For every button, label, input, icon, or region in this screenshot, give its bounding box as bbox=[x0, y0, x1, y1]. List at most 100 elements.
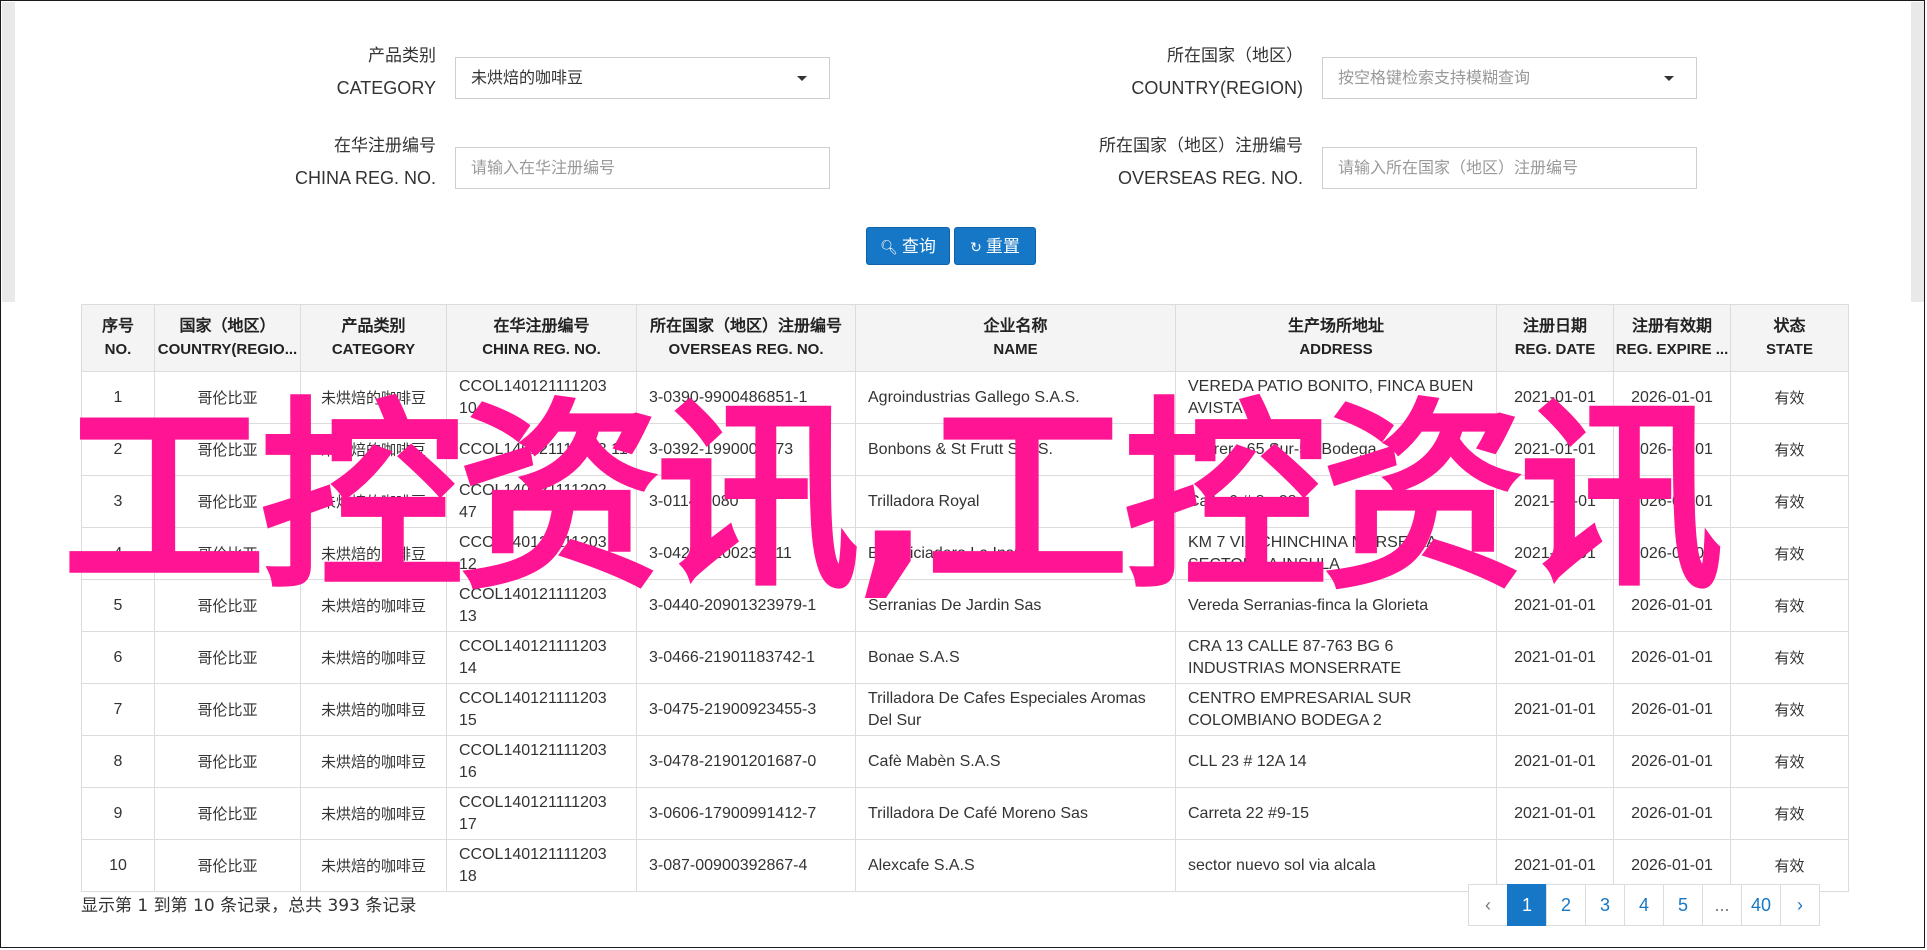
china-reg-cell: CCOL140121111203 17 bbox=[446, 787, 637, 840]
china-reg-label-en: CHINA REG. NO. bbox=[294, 168, 436, 188]
reset-button[interactable]: ↻ 重置 bbox=[954, 227, 1036, 265]
column-header-cn: 注册有效期 bbox=[1631, 316, 1712, 335]
page-button[interactable]: 4 bbox=[1624, 884, 1664, 926]
overseas-reg-cell: 3-0466-21901183742-1 bbox=[636, 631, 856, 684]
column-header-cn: 状态 bbox=[1773, 316, 1806, 335]
column-header[interactable]: 在华注册编号 CHINA REG. NO. bbox=[446, 304, 637, 372]
row-number: 7 bbox=[81, 683, 155, 736]
name-cell: Alexcafe S.A.S bbox=[855, 839, 1176, 892]
reg-expire-cell: 2026-01-01 bbox=[1613, 423, 1731, 476]
address-cell: VEREDA PATIO BONITO, FINCA BUEN AVISTA bbox=[1175, 371, 1497, 424]
right-scroll-track[interactable] bbox=[1911, 2, 1924, 302]
row-number: 9 bbox=[81, 787, 155, 840]
country-cell: 哥伦比亚 bbox=[154, 371, 301, 424]
china-reg-cell: CCOL140121111202 47 bbox=[446, 475, 637, 528]
reg-expire-cell: 2026-01-01 bbox=[1613, 683, 1731, 736]
search-icon: 🔍︎ bbox=[880, 240, 898, 256]
category-cell: 未烘焙的咖啡豆 bbox=[300, 631, 447, 684]
chevron-down-icon bbox=[797, 76, 807, 81]
table-row[interactable]: 5 哥伦比亚 未烘焙的咖啡豆 CCOL140121111203 13 3-0440-20… bbox=[81, 579, 1849, 632]
table-row[interactable]: 4 哥伦比亚 未烘焙的咖啡豆 CCOL140121111203 12 3-0428-21… bbox=[81, 527, 1849, 580]
name-cell: Agroindustrias Gallego S.A.S. bbox=[855, 371, 1176, 424]
overseas-reg-label-cn: 所在国家（地区）注册编号 bbox=[1099, 136, 1303, 156]
column-header-cn: 产品类别 bbox=[341, 316, 406, 335]
china-reg-cell: CCOL140121111203 14 bbox=[446, 631, 637, 684]
row-number: 10 bbox=[81, 839, 155, 892]
column-header[interactable]: 企业名称 NAME bbox=[855, 304, 1176, 372]
column-header[interactable]: 所在国家（地区）注册编号 OVERSEAS REG. NO. bbox=[636, 304, 856, 372]
address-cell: Carrera 65 Sur-54 Bodega bbox=[1175, 423, 1497, 476]
china-reg-cell: CCOL140121111203 16 bbox=[446, 735, 637, 788]
country-cell: 哥伦比亚 bbox=[154, 631, 301, 684]
country-select-placeholder: 按空格键检索支持模糊查询 bbox=[1338, 68, 1531, 87]
page-button[interactable]: 40 bbox=[1741, 884, 1781, 926]
column-header-en: NO. bbox=[104, 341, 132, 358]
table-row[interactable]: 3 哥伦比亚 未烘焙的咖啡豆 CCOL140121111202 47 3-0114-00… bbox=[81, 475, 1849, 528]
table-row[interactable]: 1 哥伦比亚 未烘焙的咖啡豆 CCOL140121111203 10 3-0390-99… bbox=[81, 371, 1849, 424]
table-row[interactable]: 6 哥伦比亚 未烘焙的咖啡豆 CCOL140121111203 14 3-0466-21… bbox=[81, 631, 1849, 684]
overseas-reg-cell: 3-0478-21901201687-0 bbox=[636, 735, 856, 788]
table-row[interactable]: 9 哥伦比亚 未烘焙的咖啡豆 CCOL140121111203 17 3-0606-17… bbox=[81, 787, 1849, 840]
pagination: ‹ 1 2 3 4 5... 40 › bbox=[1468, 884, 1820, 926]
table-row[interactable]: 7 哥伦比亚 未烘焙的咖啡豆 CCOL140121111203 15 3-0475-21… bbox=[81, 683, 1849, 736]
row-number: 3 bbox=[81, 475, 155, 528]
country-select[interactable]: 按空格键检索支持模糊查询 bbox=[1322, 57, 1697, 99]
country-cell: 哥伦比亚 bbox=[154, 839, 301, 892]
state-cell: 有效 bbox=[1730, 423, 1849, 476]
page-button[interactable]: 3 bbox=[1585, 884, 1625, 926]
page-button[interactable]: 1 bbox=[1507, 884, 1547, 926]
china-reg-label: 在华注册编号 CHINA REG. NO. bbox=[295, 130, 436, 194]
chevron-down-icon bbox=[1664, 76, 1674, 81]
china-reg-cell: CCOL140121111203 13 bbox=[446, 579, 637, 632]
page-button[interactable]: 5 bbox=[1663, 884, 1703, 926]
prev-page-button[interactable]: ‹ bbox=[1468, 884, 1508, 926]
column-header[interactable]: 国家（地区） COUNTRY(REGIO... bbox=[154, 304, 301, 372]
reg-expire-cell: 2026-01-01 bbox=[1613, 579, 1731, 632]
column-header-en: CHINA REG. NO. bbox=[482, 341, 601, 358]
table-body: 1 哥伦比亚 未烘焙的咖啡豆 CCOL140121111203 10 3-0390-99… bbox=[81, 371, 1849, 892]
state-cell: 有效 bbox=[1730, 735, 1849, 788]
column-header[interactable]: 生产场所地址 ADDRESS bbox=[1175, 304, 1497, 372]
column-header[interactable]: 产品类别 CATEGORY bbox=[300, 304, 447, 372]
name-cell: Serranias De Jardin Sas bbox=[855, 579, 1176, 632]
overseas-reg-input[interactable]: 请输入所在国家（地区）注册编号 bbox=[1322, 147, 1697, 189]
column-header-en: OVERSEAS REG. NO. bbox=[668, 341, 824, 358]
category-select[interactable]: 未烘焙的咖啡豆 bbox=[455, 57, 830, 99]
table-row[interactable]: 8 哥伦比亚 未烘焙的咖啡豆 CCOL140121111203 16 3-0478-21… bbox=[81, 735, 1849, 788]
overseas-reg-cell: 3-0428-2100238611 bbox=[636, 527, 856, 580]
column-header[interactable]: 序号 NO. bbox=[81, 304, 155, 372]
page-button[interactable]: 2 bbox=[1546, 884, 1586, 926]
refresh-icon: ↻ bbox=[970, 240, 982, 256]
next-page-button[interactable]: › bbox=[1780, 884, 1820, 926]
name-cell: Beneficiadero La Insula bbox=[855, 527, 1176, 580]
category-label-cn: 产品类别 bbox=[368, 46, 436, 66]
country-cell: 哥伦比亚 bbox=[154, 683, 301, 736]
reg-expire-cell: 2026-01-01 bbox=[1613, 371, 1731, 424]
row-number: 4 bbox=[81, 527, 155, 580]
reg-date-cell: 2021-01-01 bbox=[1496, 631, 1614, 684]
table-header: 序号 NO. 国家（地区） COUNTRY(REGIO... 产品类别 CATEGORY 在… bbox=[81, 304, 1849, 372]
overseas-reg-cell: 3-0440-20901323979-1 bbox=[636, 579, 856, 632]
china-reg-input[interactable]: 请输入在华注册编号 bbox=[455, 147, 830, 189]
overseas-reg-cell: 3-0475-21900923455-3 bbox=[636, 683, 856, 736]
country-cell: 哥伦比亚 bbox=[154, 475, 301, 528]
overseas-reg-cell: 3-0392-1990005973 bbox=[636, 423, 856, 476]
search-button[interactable]: 🔍︎ 查询 bbox=[866, 227, 950, 265]
name-cell: Trilladora Royal bbox=[855, 475, 1176, 528]
category-cell: 未烘焙的咖啡豆 bbox=[300, 527, 447, 580]
table-row[interactable]: 2 哥伦比亚 未烘焙的咖啡豆 CCOL140121111203 11 3-0392-19… bbox=[81, 423, 1849, 476]
page-ellipsis[interactable]: ... bbox=[1702, 884, 1742, 926]
reg-expire-cell: 2026-01-01 bbox=[1613, 631, 1731, 684]
reg-date-cell: 2021-01-01 bbox=[1496, 787, 1614, 840]
china-reg-cell: CCOL140121111203 18 bbox=[446, 839, 637, 892]
reg-date-cell: 2021-01-01 bbox=[1496, 527, 1614, 580]
column-header[interactable]: 注册有效期 REG. EXPIRE ... bbox=[1613, 304, 1731, 372]
column-header[interactable]: 注册日期 REG. DATE bbox=[1496, 304, 1614, 372]
reset-button-label: 重置 bbox=[985, 237, 1020, 257]
address-cell: Calle 6 # 8 - 28 bbox=[1175, 475, 1497, 528]
column-header-cn: 序号 bbox=[101, 316, 134, 335]
reg-expire-cell: 2026-01-01 bbox=[1613, 527, 1731, 580]
category-cell: 未烘焙的咖啡豆 bbox=[300, 423, 447, 476]
column-header[interactable]: 状态 STATE bbox=[1730, 304, 1849, 372]
name-cell: Bonae S.A.S bbox=[855, 631, 1176, 684]
